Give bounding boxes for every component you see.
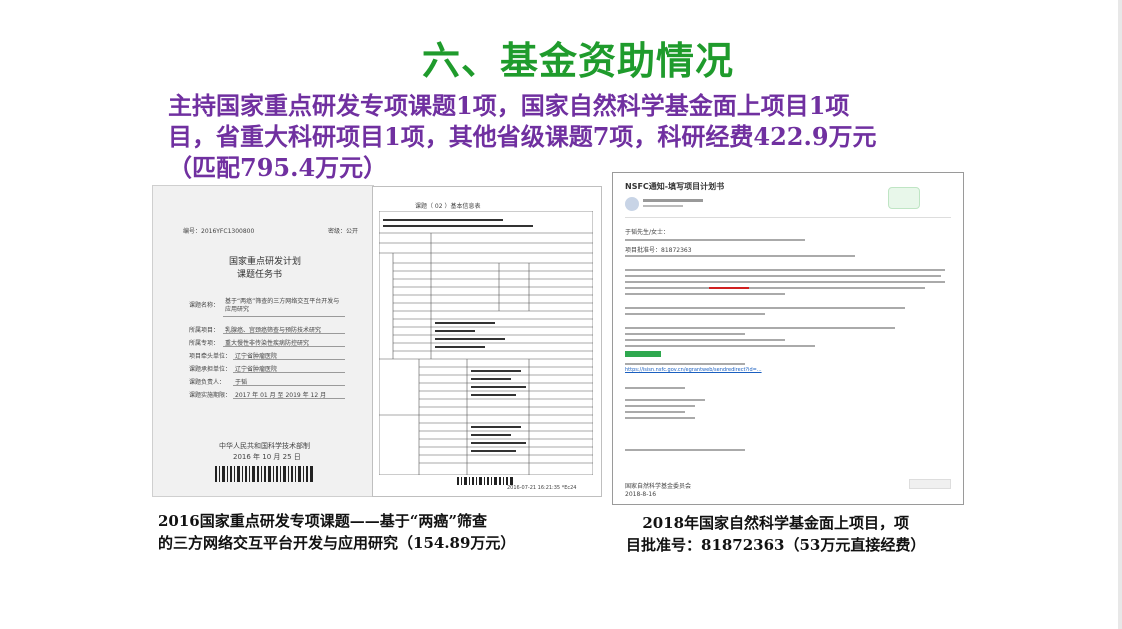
text-line	[625, 313, 765, 315]
caption-right-line-1: 2018年国家自然科学基金面上项目，项	[642, 514, 910, 532]
field-label: 课题名称：	[189, 302, 220, 309]
download-button[interactable]	[625, 351, 661, 357]
text-line	[625, 417, 695, 419]
summary-line-2: 目，省重大科研项目1项，其他省级课题7项，科研经费422.9万元	[168, 122, 877, 151]
text-line	[625, 307, 905, 309]
table-footer: 2016-07-21 16:21:35 *Ec24	[507, 485, 577, 491]
email-subject: NSFC通知-填写项目计划书	[625, 182, 725, 191]
text-line	[625, 387, 685, 389]
caption-left-line-2: 的三方网络交互平台开发与应用研究（154.89万元）	[158, 534, 516, 552]
barcode-icon	[215, 466, 313, 482]
summary-line-1: 主持国家重点研发专项课题1项，国家自然科学基金面上项目1项	[168, 91, 850, 120]
text-line	[625, 287, 925, 289]
text-line	[625, 339, 785, 341]
sender-line	[643, 199, 703, 202]
field-label: 课题实施期限：	[189, 392, 232, 399]
funding-summary: 主持国家重点研发专项课题1项，国家自然科学基金面上项目1项 目，省重大科研项目1…	[168, 90, 968, 183]
doc-secret-level: 密级：公开	[328, 228, 359, 235]
plan-link[interactable]: https://isisn.nsfc.gov.cn/egrantweb/send…	[625, 367, 762, 373]
text-line	[625, 239, 805, 241]
info-table-image: 课题（ 02 ）基本信息表 2016-07-21 16:21:35 *Ec24	[372, 186, 602, 497]
field-label: 课题承担单位：	[189, 366, 232, 373]
wifi-icon	[888, 187, 920, 209]
doc-heading-2: 课题任务书	[237, 270, 283, 280]
email-date: 2018-8-16	[625, 491, 657, 498]
text-line	[625, 269, 945, 271]
field-label: 所属项目：	[189, 327, 220, 334]
caption-right-line-2: 目批准号：81872363（53万元直接经费）	[626, 536, 926, 554]
project-number: 项目批准号：81872363	[625, 247, 692, 254]
doc-footer-date: 2016 年 10 月 25 日	[233, 453, 301, 461]
task-book-image: 编号：2016YFC1300800 密级：公开 国家重点研发计划 课题任务书 课…	[152, 185, 374, 497]
nsfc-email-image: NSFC通知-填写项目计划书 于韬先生/女士： 项目批准号：81872363 h…	[612, 172, 964, 505]
page-title: 六、基金资助情况	[421, 39, 734, 83]
field-value: 基于“两癌”筛查的三方网络交互平台开发与应用研究	[225, 298, 340, 313]
text-line	[625, 411, 685, 413]
email-greeting: 于韬先生/女士：	[625, 229, 670, 236]
text-line	[625, 449, 745, 451]
field-underline	[233, 359, 345, 360]
doc-number: 编号：2016YFC1300800	[183, 228, 255, 235]
text-line	[625, 275, 941, 277]
barcode-icon	[457, 477, 513, 485]
text-line	[625, 405, 695, 407]
field-underline	[233, 385, 345, 386]
caption-right: 2018年国家自然科学基金面上项目，项 目批准号：81872363（53万元直接…	[626, 512, 925, 556]
field-underline	[223, 333, 345, 334]
text-line	[625, 327, 895, 329]
text-line	[625, 293, 785, 295]
text-line	[625, 363, 745, 365]
text-line	[625, 255, 855, 257]
field-underline	[233, 398, 345, 399]
text-line	[625, 333, 745, 335]
text-line	[625, 281, 945, 283]
slide: 六、基金资助情况 主持国家重点研发专项课题1项，国家自然科学基金面上项目1项 目…	[0, 0, 1122, 629]
avatar	[625, 197, 639, 211]
text-line	[625, 399, 705, 401]
text-line	[625, 345, 815, 347]
toolbar-icons	[909, 479, 951, 489]
email-sender: 国家自然科学基金委员会	[625, 483, 692, 490]
caption-left-line-1: 2016国家重点研发专项课题——基于“两癌”筛查	[158, 512, 488, 530]
table-header: 课题（ 02 ）基本信息表	[415, 203, 481, 210]
info-table-grid	[379, 211, 593, 475]
highlight-date	[709, 287, 749, 289]
doc-footer-issuer: 中华人民共和国科学技术部制	[219, 442, 310, 450]
scrollbar[interactable]	[1118, 0, 1122, 629]
field-underline	[223, 316, 345, 317]
caption-left: 2016国家重点研发专项课题——基于“两癌”筛查 的三方网络交互平台开发与应用研…	[158, 510, 515, 554]
field-underline	[233, 372, 345, 373]
divider	[625, 217, 951, 218]
field-label: 项目牵头单位：	[189, 353, 232, 360]
sender-sub-line	[643, 205, 683, 207]
field-underline	[223, 346, 345, 347]
field-label: 所属专项：	[189, 340, 220, 347]
doc-heading-1: 国家重点研发计划	[229, 257, 302, 267]
field-label: 课题负责人：	[189, 379, 226, 386]
